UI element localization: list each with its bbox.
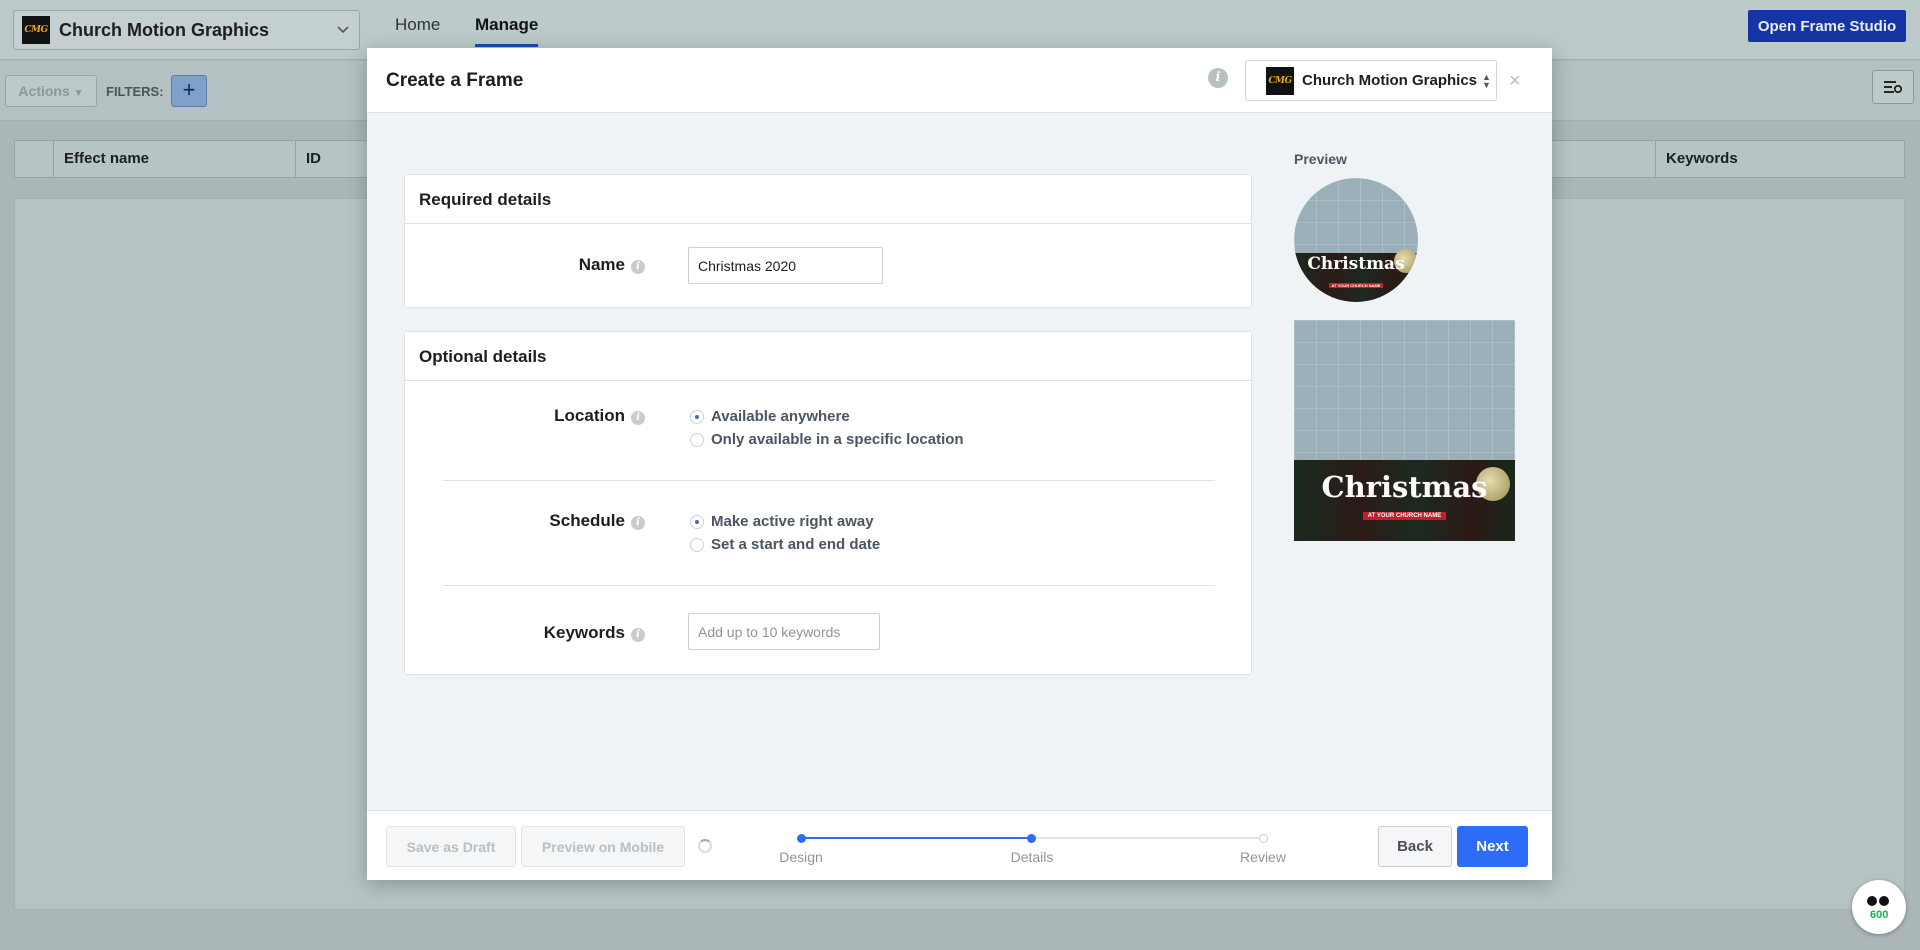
radio-unselected[interactable] (690, 537, 704, 552)
save-draft-button[interactable]: Save as Draft (386, 826, 516, 867)
divider (443, 480, 1215, 481)
create-frame-modal: Create a Frame i CMG Church Motion Graph… (367, 48, 1552, 880)
page-logo: CMG (22, 16, 50, 44)
frame-subtitle: AT YOUR CHURCH NAME (1362, 512, 1447, 520)
info-icon[interactable]: i (631, 516, 645, 530)
required-details-heading: Required details (405, 175, 1251, 224)
keywords-input[interactable] (688, 613, 880, 650)
schedule-option-now[interactable]: Make active right away (690, 513, 874, 530)
filters-label: FILTERS: (106, 84, 164, 99)
step-label-design: Design (779, 849, 823, 865)
step-dot-details (1027, 834, 1036, 843)
info-icon[interactable]: i (1208, 68, 1228, 88)
schedule-option-dates[interactable]: Set a start and end date (690, 536, 880, 553)
frame-banner: Christmas AT YOUR CHURCH NAME (1294, 249, 1418, 302)
frame-banner: Christmas AT YOUR CHURCH NAME (1294, 460, 1515, 541)
step-dot-design (797, 834, 806, 843)
chevron-down-icon (337, 26, 349, 34)
modal-header: Create a Frame i CMG Church Motion Graph… (367, 48, 1552, 113)
frame-title: Christmas (1321, 470, 1488, 504)
next-button[interactable]: Next (1457, 826, 1528, 867)
open-frame-studio-button[interactable]: Open Frame Studio (1748, 10, 1906, 42)
radio-selected[interactable] (690, 409, 704, 424)
frame-title: Christmas (1307, 254, 1405, 274)
tab-manage[interactable]: Manage (475, 0, 539, 47)
settings-sliders-icon (1884, 80, 1903, 93)
location-label: Location i (554, 406, 645, 426)
actions-label: Actions (18, 83, 70, 99)
page-picker-label: Church Motion Graphics (1302, 72, 1478, 89)
progress-line-complete (801, 837, 1032, 839)
radio-selected[interactable] (690, 514, 704, 529)
location-option-anywhere[interactable]: Available anywhere (690, 408, 850, 425)
sort-arrows-icon: ▲ ▼ (1482, 71, 1491, 90)
preview-square: Christmas AT YOUR CHURCH NAME (1294, 320, 1515, 541)
modal-title: Create a Frame (386, 70, 524, 91)
column-keywords[interactable]: Keywords (1655, 141, 1905, 177)
name-label: Name i (579, 255, 645, 275)
step-label-review: Review (1240, 849, 1286, 865)
optional-details-heading: Optional details (405, 332, 1251, 381)
page-logo: CMG (1266, 66, 1294, 95)
loading-spinner-icon (698, 839, 712, 853)
preview-profile-circle: Christmas AT YOUR CHURCH NAME (1294, 178, 1418, 302)
step-label-details: Details (1010, 849, 1054, 865)
name-input[interactable] (688, 247, 883, 284)
chat-bubble-button[interactable]: 600 (1852, 880, 1906, 934)
page-picker[interactable]: CMG Church Motion Graphics ▲ ▼ (1245, 60, 1497, 101)
required-details-card: Required details Name i (404, 174, 1252, 308)
notification-count: 600 (1870, 909, 1889, 921)
dot-icon (1879, 896, 1889, 906)
tab-home[interactable]: Home (395, 0, 440, 47)
actions-dropdown[interactable]: Actions ▼ (5, 75, 97, 107)
preview-mobile-button[interactable]: Preview on Mobile (521, 826, 685, 867)
modal-footer: Save as Draft Preview on Mobile Design D… (367, 810, 1552, 880)
page-selector[interactable]: CMG Church Motion Graphics (13, 10, 360, 50)
preview-label: Preview (1294, 151, 1347, 167)
dot-icon (1867, 896, 1877, 906)
location-option-specific[interactable]: Only available in a specific location (690, 431, 964, 448)
column-settings-button[interactable] (1872, 70, 1914, 104)
name-row: Name i (405, 224, 1251, 308)
info-icon[interactable]: i (631, 260, 645, 274)
divider (443, 585, 1215, 586)
info-icon[interactable]: i (631, 411, 645, 425)
back-button[interactable]: Back (1378, 826, 1452, 867)
column-effect-name[interactable]: Effect name (53, 141, 310, 177)
page-name: Church Motion Graphics (59, 19, 270, 40)
radio-unselected[interactable] (690, 432, 704, 447)
info-icon[interactable]: i (631, 628, 645, 642)
frame-subtitle: AT YOUR CHURCH NAME (1328, 283, 1384, 288)
progress-line-remaining (1032, 837, 1264, 839)
close-icon[interactable]: × (1509, 70, 1521, 93)
add-filter-button[interactable]: + (171, 75, 207, 107)
keywords-label: Keywords i (544, 623, 645, 643)
caret-down-icon: ▼ (73, 88, 84, 99)
optional-details-card: Optional details Location i Available any… (404, 331, 1252, 675)
schedule-label: Schedule i (549, 511, 645, 531)
step-dot-review (1259, 834, 1268, 843)
